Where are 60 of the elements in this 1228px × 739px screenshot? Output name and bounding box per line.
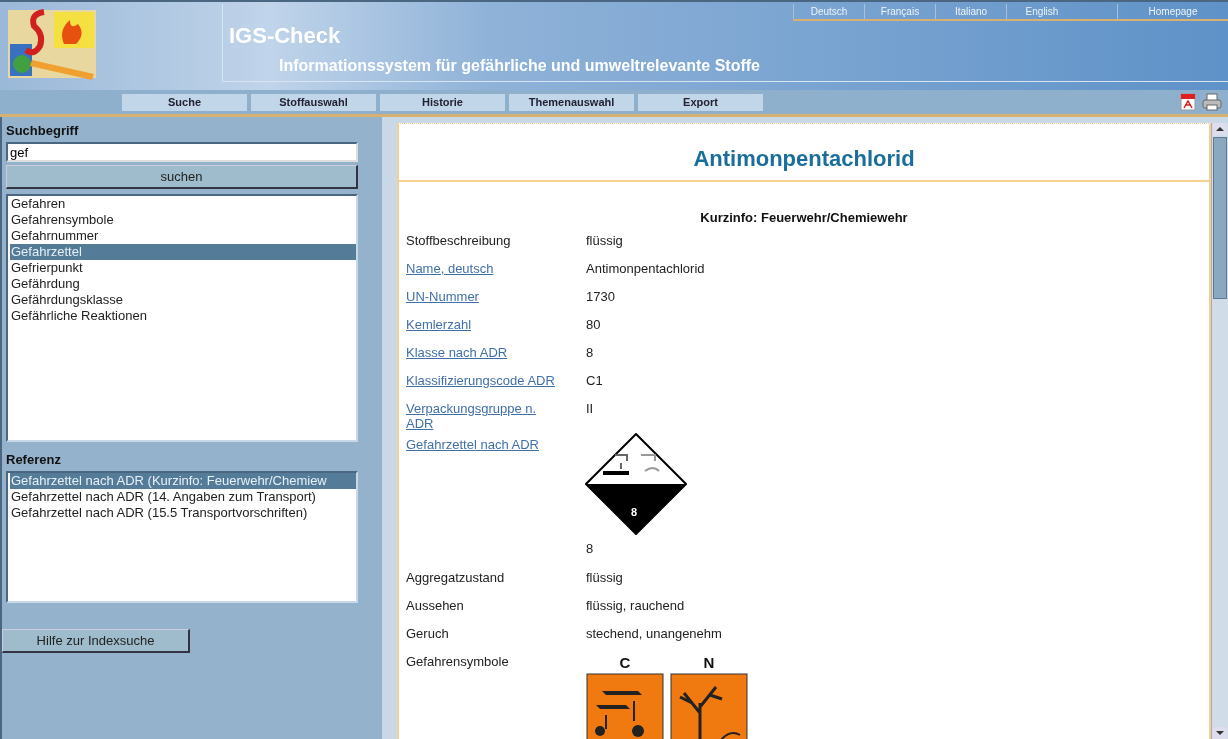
- field-value: 8: [586, 541, 595, 556]
- field-label: Stoffbeschreibung: [406, 233, 511, 248]
- field-link[interactable]: Klassifizierungscode ADR: [406, 373, 555, 388]
- field-value: 8: [586, 345, 594, 360]
- reference-item[interactable]: Gefahrzettel nach ADR (Kurzinfo: Feuerwehr/Chemiew: [10, 473, 356, 489]
- symbol-letter: N: [703, 654, 715, 671]
- field-value: stechend, unangenehm: [586, 626, 722, 641]
- field-value: flüssig: [586, 233, 623, 248]
- field-value: Antimonpentachlorid: [586, 261, 705, 276]
- result-item[interactable]: Gefährdungsklasse: [10, 292, 356, 308]
- nav-tab[interactable]: Themenauswahl: [509, 93, 634, 111]
- section-heading: Kurzinfo: Feuerwehr/Chemiewehr: [699, 210, 909, 225]
- nav-tab[interactable]: Stoffauswahl: [251, 93, 376, 111]
- field-value: II: [586, 401, 594, 416]
- result-item[interactable]: Gefahrnummer: [10, 228, 356, 244]
- result-item[interactable]: Gefährdung: [10, 276, 356, 292]
- scroll-down-icon[interactable]: [1213, 727, 1227, 739]
- field-link[interactable]: Kemlerzahl: [406, 317, 472, 332]
- scrollbar[interactable]: [1211, 123, 1228, 739]
- field-value: 1730: [586, 289, 615, 304]
- search-label: Suchbegriff: [6, 123, 80, 138]
- class-number: 8: [631, 506, 638, 518]
- field-label: Aggregatzustand: [406, 570, 505, 585]
- reference-label: Referenz: [6, 452, 62, 467]
- corrosive-icon: [586, 673, 664, 739]
- result-item[interactable]: Gefahrzettel: [10, 244, 356, 260]
- nav-tab[interactable]: Historie: [380, 93, 505, 111]
- result-item[interactable]: Gefrierpunkt: [10, 260, 356, 276]
- substance-title: Antimonpentachlorid: [693, 146, 915, 172]
- field-link[interactable]: UN-Nummer: [406, 289, 479, 304]
- field-link[interactable]: Name, deutsch: [406, 261, 494, 276]
- field-value: flüssig, rauchend: [586, 598, 685, 613]
- field-link[interactable]: Gefahrzettel nach ADR: [406, 437, 539, 452]
- field-value: 80: [586, 317, 601, 332]
- reference-item[interactable]: Gefahrzettel nach ADR (14. Angaben zum Transport): [10, 489, 356, 505]
- field-value: flüssig: [586, 570, 623, 585]
- pdf-icon[interactable]: [1180, 93, 1196, 111]
- dead-tree-icon: [670, 673, 748, 739]
- field-link[interactable]: Verpackungsgruppe n. ADR: [406, 401, 556, 431]
- print-icon[interactable]: [1202, 93, 1222, 111]
- nav-tab[interactable]: Export: [638, 93, 763, 111]
- search-field[interactable]: gef: [6, 142, 358, 162]
- scroll-thumb[interactable]: [1213, 137, 1227, 299]
- field-value: C1: [586, 373, 603, 388]
- field-label: Geruch: [406, 626, 449, 641]
- hazard-label-icon: [585, 433, 687, 535]
- field-link[interactable]: Klasse nach ADR: [406, 345, 508, 360]
- result-item[interactable]: Gefährliche Reaktionen: [10, 308, 356, 324]
- reference-item[interactable]: Gefahrzettel nach ADR (15.5 Transportvorschriften): [10, 505, 356, 521]
- symbol-letter: C: [619, 654, 631, 671]
- field-label: Gefahrensymbole: [406, 654, 509, 669]
- result-item[interactable]: Gefahren: [10, 196, 356, 212]
- app-title: IGS-Check: [229, 23, 342, 49]
- help-button[interactable]: Hilfe zur Indexsuche: [2, 629, 190, 653]
- search-button[interactable]: suchen: [6, 165, 358, 189]
- scroll-up-icon[interactable]: [1213, 123, 1227, 135]
- field-label: Aussehen: [406, 598, 464, 613]
- result-item[interactable]: Gefahrensymbole: [10, 212, 356, 228]
- nav-tab[interactable]: Suche: [122, 93, 247, 111]
- app-subtitle: Informationssystem für gefährliche und umweltrelevante Stoffe: [279, 57, 761, 75]
